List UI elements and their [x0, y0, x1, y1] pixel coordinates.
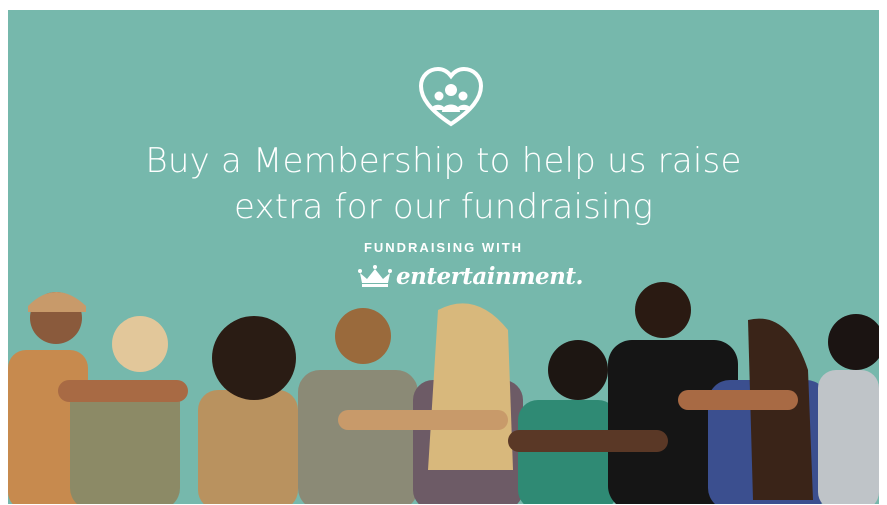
fundraising-banner: Buy a Membership to help us raise extra … [8, 10, 879, 504]
group-of-people-photo [8, 282, 879, 504]
headline: Buy a Membership to help us raise extra … [8, 138, 879, 230]
headline-line-1: Buy a Membership to help us raise [145, 141, 742, 181]
headline-line-2: extra for our fundraising [233, 187, 654, 227]
fundraising-with-label: FUNDRAISING WITH [363, 240, 524, 255]
heart-people-icon [418, 66, 484, 127]
